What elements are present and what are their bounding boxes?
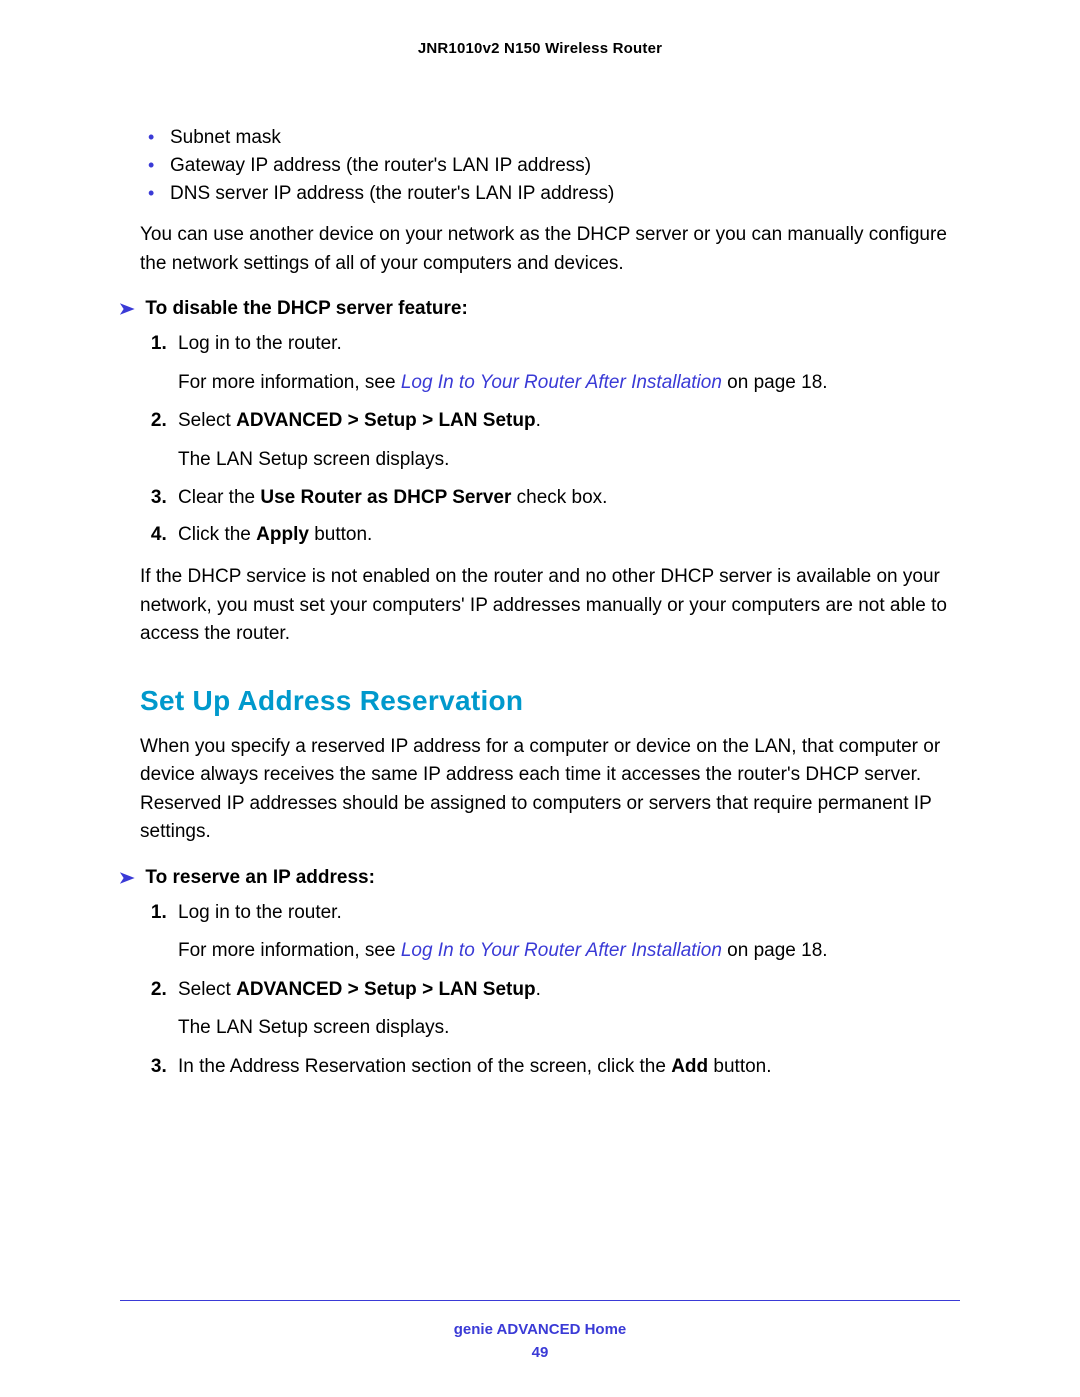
menu-path: ADVANCED > Setup > LAN Setup bbox=[236, 410, 535, 431]
bullet-item: DNS server IP address (the router's LAN … bbox=[170, 183, 960, 205]
step: Clear the Use Router as DHCP Server chec… bbox=[172, 484, 960, 513]
bullet-list: Subnet mask Gateway IP address (the rout… bbox=[120, 127, 960, 205]
step: In the Address Reservation section of th… bbox=[172, 1053, 960, 1082]
page-footer: genie ADVANCED Home 49 bbox=[120, 1300, 960, 1361]
step: Click the Apply button. bbox=[172, 521, 960, 550]
document-header-title: JNR1010v2 N150 Wireless Router bbox=[120, 40, 960, 57]
step-subtext: For more information, see Log In to Your… bbox=[178, 937, 960, 966]
step-subtext: For more information, see Log In to Your… bbox=[178, 369, 960, 398]
bullet-item: Gateway IP address (the router's LAN IP … bbox=[170, 155, 960, 177]
procedure-steps: Log in to the router. For more informati… bbox=[120, 330, 960, 549]
note-paragraph: If the DHCP service is not enabled on th… bbox=[140, 563, 960, 649]
procedure-heading: ➤ To disable the DHCP server feature: bbox=[120, 298, 960, 320]
footer-page-number: 49 bbox=[120, 1344, 960, 1361]
ui-label: Apply bbox=[256, 524, 309, 545]
step-text: Log in to the router. bbox=[178, 902, 342, 923]
procedure-steps: Log in to the router. For more informati… bbox=[120, 899, 960, 1082]
cross-reference-link[interactable]: Log In to Your Router After Installation bbox=[401, 940, 722, 961]
procedure-title: To reserve an IP address: bbox=[145, 867, 375, 889]
procedure-title: To disable the DHCP server feature: bbox=[145, 298, 467, 320]
step-subtext: The LAN Setup screen displays. bbox=[178, 1014, 960, 1043]
step: Log in to the router. For more informati… bbox=[172, 330, 960, 397]
ui-label: Use Router as DHCP Server bbox=[260, 487, 511, 508]
bullet-item: Subnet mask bbox=[170, 127, 960, 149]
section-heading: Set Up Address Reservation bbox=[140, 685, 960, 717]
footer-section-title: genie ADVANCED Home bbox=[120, 1321, 960, 1338]
cross-reference-link[interactable]: Log In to Your Router After Installation bbox=[401, 372, 722, 393]
triangle-right-icon: ➤ bbox=[119, 299, 135, 319]
triangle-right-icon: ➤ bbox=[119, 868, 135, 888]
step: Select ADVANCED > Setup > LAN Setup. The… bbox=[172, 976, 960, 1043]
menu-path: ADVANCED > Setup > LAN Setup bbox=[236, 979, 535, 1000]
procedure-heading: ➤ To reserve an IP address: bbox=[120, 867, 960, 889]
step: Select ADVANCED > Setup > LAN Setup. The… bbox=[172, 407, 960, 474]
page-content: JNR1010v2 N150 Wireless Router Subnet ma… bbox=[0, 0, 1080, 1081]
step-subtext: The LAN Setup screen displays. bbox=[178, 446, 960, 475]
step-text: Log in to the router. bbox=[178, 333, 342, 354]
step: Log in to the router. For more informati… bbox=[172, 899, 960, 966]
intro-paragraph: You can use another device on your netwo… bbox=[140, 221, 960, 278]
section-paragraph: When you specify a reserved IP address f… bbox=[140, 733, 960, 847]
ui-label: Add bbox=[671, 1056, 708, 1077]
